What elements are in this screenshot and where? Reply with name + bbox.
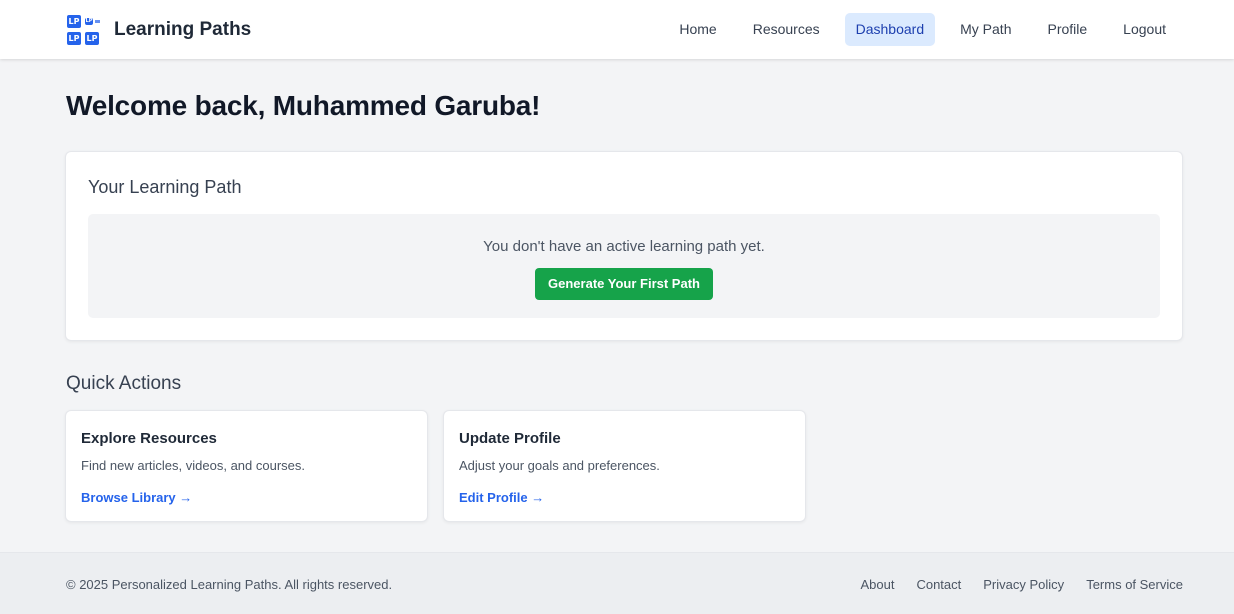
edit-profile-link[interactable]: Edit Profile → [459,490,544,505]
quick-actions-title: Quick Actions [66,373,182,394]
card-title: Update Profile [459,430,561,447]
learning-path-card: Your Learning Path You don't have an act… [65,151,1183,341]
card-description: Find new articles, videos, and courses. [81,458,305,473]
nav-dashboard[interactable]: Dashboard [844,13,936,46]
welcome-heading: Welcome back, Muhammed Garuba! [66,90,541,121]
empty-path-message: You don't have an active learning path y… [483,238,765,255]
brand-name: Learning Paths [114,19,252,40]
nav-profile[interactable]: Profile [1029,13,1105,46]
main-nav: Home Resources Dashboard My Path Profile… [661,13,1184,46]
footer-link-contact[interactable]: Contact [916,577,961,592]
footer-link-privacy[interactable]: Privacy Policy [983,577,1064,592]
nav-resources[interactable]: Resources [735,13,838,46]
logo-tile: LP [85,32,99,45]
footer-link-terms[interactable]: Terms of Service [1086,577,1183,592]
card-title: Explore Resources [81,430,217,447]
footer-link-about[interactable]: About [860,577,894,592]
generate-path-button[interactable]: Generate Your First Path [535,268,713,300]
brand[interactable]: LP LP LP LP Learning Paths [66,14,251,46]
nav-my-path[interactable]: My Path [942,13,1029,46]
empty-path-panel: You don't have an active learning path y… [88,214,1160,318]
logo-dash [95,20,100,23]
lp-logo-icon: LP LP LP LP [66,14,100,46]
footer-links: About Contact Privacy Policy Terms of Se… [838,577,1183,592]
nav-logout[interactable]: Logout [1105,13,1184,46]
logo-tile: LP [67,15,81,28]
card-description: Adjust your goals and preferences. [459,458,660,473]
logo-tile: LP [85,18,93,25]
footer: © 2025 Personalized Learning Paths. All … [0,552,1234,614]
explore-resources-card: Explore Resources Find new articles, vid… [65,410,428,522]
logo-tile: LP [67,32,81,45]
browse-library-link[interactable]: Browse Library → [81,490,192,505]
learning-path-title: Your Learning Path [88,177,242,197]
copyright-text: © 2025 Personalized Learning Paths. All … [66,577,393,592]
nav-home[interactable]: Home [661,13,734,46]
update-profile-card: Update Profile Adjust your goals and pre… [443,410,806,522]
top-header: LP LP LP LP Learning Paths Home Resource… [0,0,1234,59]
